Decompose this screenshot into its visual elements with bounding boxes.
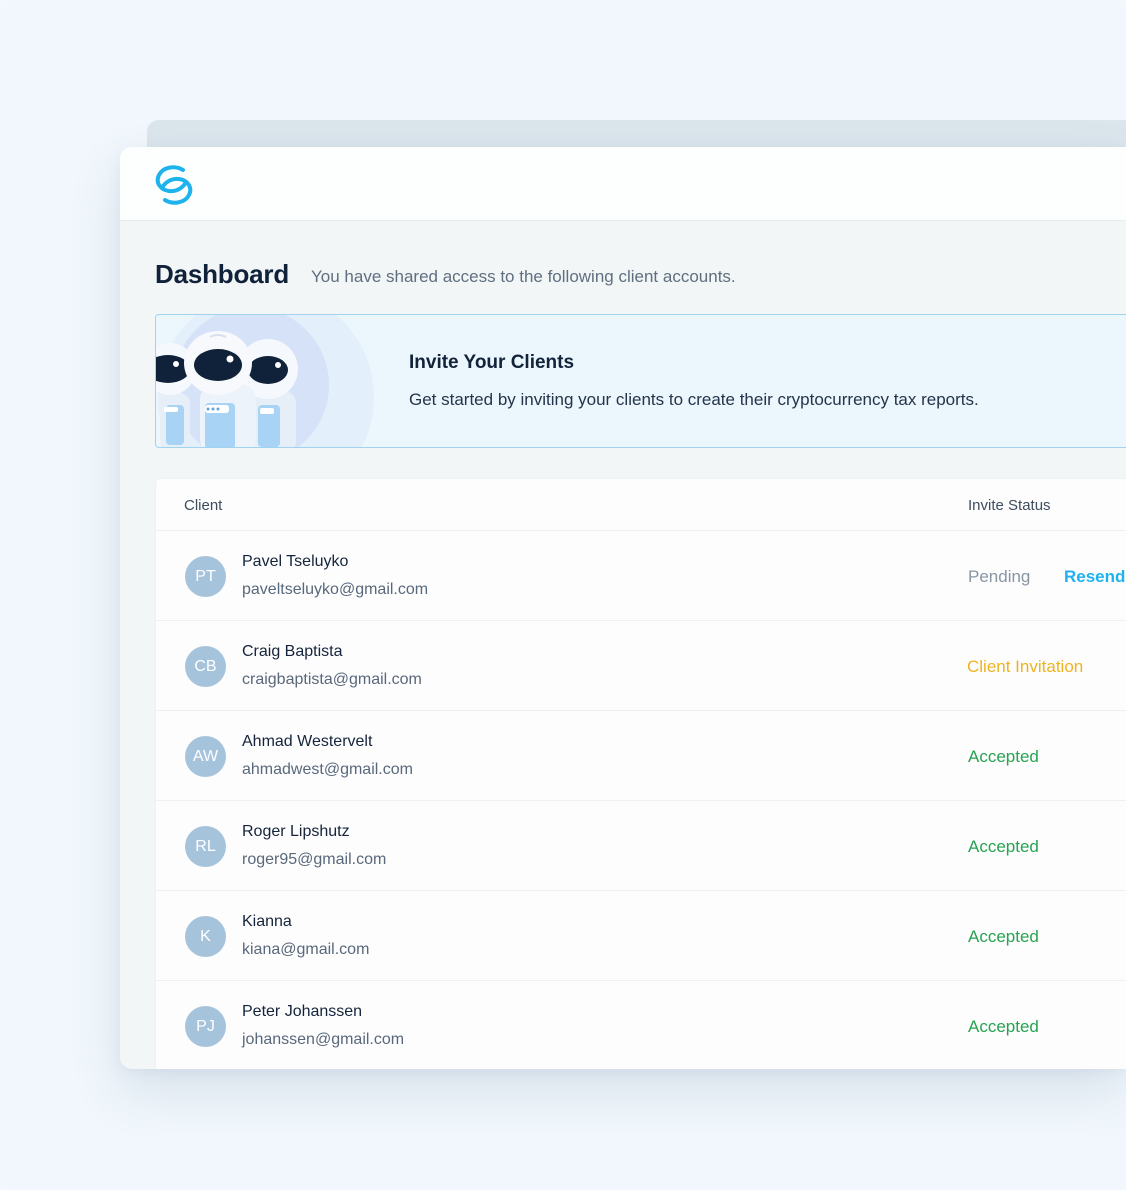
table-header: Client Invite Status (156, 479, 1126, 531)
table-row[interactable]: PT Pavel Tseluyko paveltseluyko@gmail.co… (156, 531, 1126, 621)
page-subtitle: You have shared access to the following … (311, 267, 736, 286)
screenshot-stage: Dashboard You have shared access to the … (0, 0, 1126, 1190)
clients-table: Client Invite Status PT Pavel Tseluyko p… (155, 478, 1126, 1069)
status-badge: Accepted (968, 1017, 1039, 1036)
table-row[interactable]: CB Craig Baptista craigbaptista@gmail.co… (156, 621, 1126, 711)
banner-title: Invite Your Clients (409, 352, 575, 373)
banner-text: Get started by inviting your clients to … (409, 390, 979, 409)
avatar: CB (185, 646, 226, 687)
robots-illustration (156, 315, 374, 447)
table-row[interactable]: RL Roger Lipshutz roger95@gmail.com Acce… (156, 801, 1126, 891)
column-header-invite-status[interactable]: Invite Status (968, 497, 1051, 514)
status-badge: Accepted (968, 837, 1039, 856)
status-badge: Client Invitation (967, 657, 1084, 676)
client-email: roger95@gmail.com (242, 851, 387, 868)
client-name: Roger Lipshutz (242, 823, 350, 840)
client-email: paveltseluyko@gmail.com (242, 581, 429, 598)
client-email: craigbaptista@gmail.com (242, 671, 422, 688)
client-email: ahmadwest@gmail.com (242, 761, 413, 778)
table-row[interactable]: AW Ahmad Westervelt ahmadwest@gmail.com … (156, 711, 1126, 801)
column-header-client[interactable]: Client (184, 497, 222, 514)
table-row[interactable]: PJ Peter Johanssen johanssen@gmail.com A… (156, 981, 1126, 1069)
avatar: RL (185, 826, 226, 867)
page-title: Dashboard (155, 259, 290, 289)
avatar: PT (185, 556, 226, 597)
brand-logo-icon[interactable] (153, 164, 195, 206)
avatar: PJ (185, 1006, 226, 1047)
table-row[interactable]: K Kianna kiana@gmail.com Accepted (156, 891, 1126, 981)
client-name: Craig Baptista (242, 643, 343, 660)
status-badge: Accepted (968, 747, 1039, 766)
app-window: Dashboard You have shared access to the … (120, 147, 1126, 1069)
avatar: K (185, 916, 226, 957)
client-name: Kianna (242, 913, 292, 930)
invite-banner: Invite Your Clients Get started by invit… (155, 314, 1126, 448)
resend-button[interactable]: Resend (1064, 567, 1125, 587)
client-name: Ahmad Westervelt (242, 733, 373, 750)
status-badge: Pending (968, 567, 1031, 586)
client-name: Peter Johanssen (242, 1003, 363, 1020)
client-email: kiana@gmail.com (242, 941, 370, 958)
top-bar (120, 147, 1126, 221)
client-name: Pavel Tseluyko (242, 553, 349, 570)
status-badge: Accepted (968, 927, 1039, 946)
client-email: johanssen@gmail.com (242, 1031, 405, 1048)
avatar: AW (185, 736, 226, 777)
